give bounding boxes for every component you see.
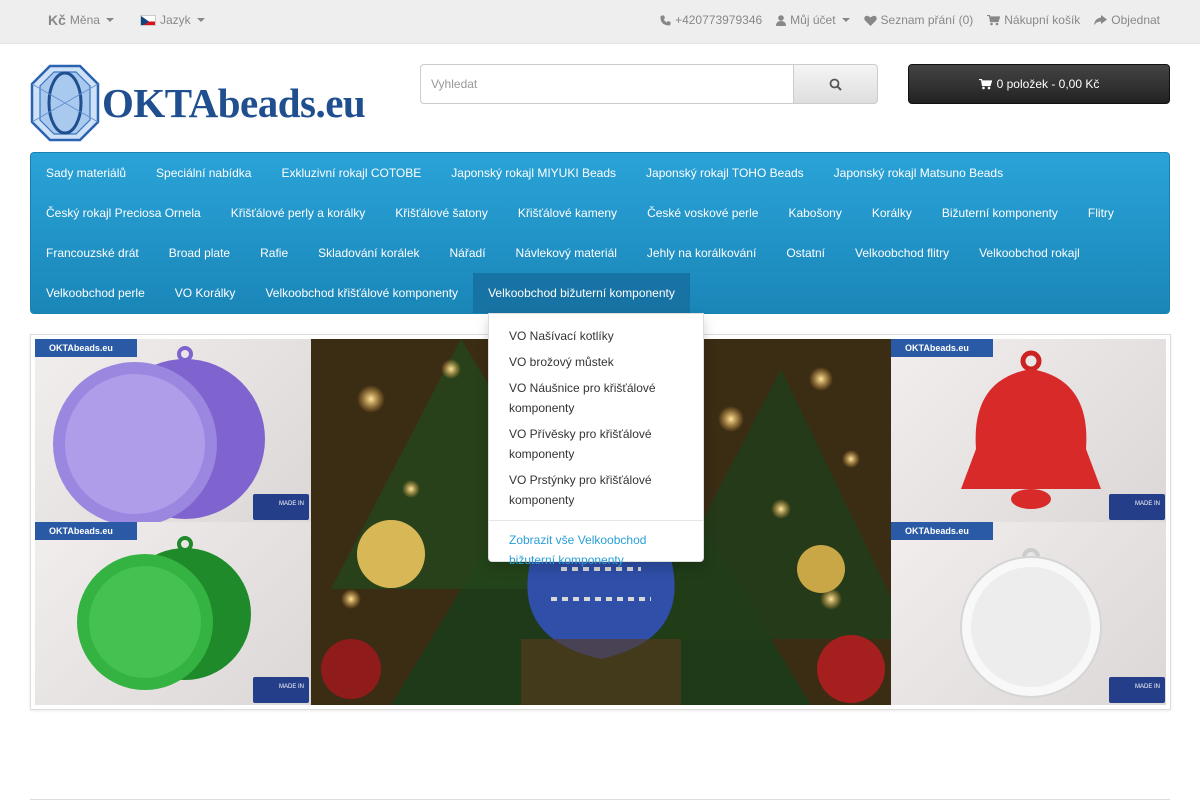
- menu-item[interactable]: Nářadí: [435, 233, 501, 273]
- share-icon: [1094, 14, 1108, 25]
- menu-row: Sady materiálů Speciální nabídka Exkluzi…: [31, 153, 1018, 193]
- menu-item[interactable]: Francouzské drát: [31, 233, 154, 273]
- menu-item[interactable]: Křišťálové šatony: [380, 193, 503, 233]
- language-label: Jazyk: [159, 13, 191, 27]
- currency-selector[interactable]: Kč Měna: [48, 12, 114, 28]
- cart-button[interactable]: 0 položek - 0,00 Kč: [908, 64, 1170, 104]
- cart-link[interactable]: Nákupní košík: [987, 13, 1080, 27]
- dropdown-item[interactable]: VO Prstýnky pro křišťálové komponenty: [489, 467, 703, 513]
- menu-item[interactable]: České voskové perle: [632, 193, 773, 233]
- heart-icon: [863, 15, 877, 26]
- menu-item[interactable]: Japonský rokajl MIYUKI Beads: [436, 153, 631, 193]
- menu-item[interactable]: Kabošony: [773, 193, 856, 233]
- account-menu[interactable]: Můj účet: [776, 13, 850, 27]
- menu-item[interactable]: Exkluzivní rokajl COTOBE: [266, 153, 436, 193]
- menu-item-active[interactable]: Velkoobchod bižuterní komponenty: [473, 273, 690, 313]
- menu-item[interactable]: Skladování korálek: [303, 233, 434, 273]
- currency-label: Měna: [69, 13, 100, 27]
- menu-row: Francouzské drát Broad plate Rafie Sklad…: [31, 233, 1095, 273]
- menu-item[interactable]: Japonský rokajl Matsuno Beads: [819, 153, 1018, 193]
- dropdown-item[interactable]: VO Přívěsky pro křišťálové komponenty: [489, 421, 703, 467]
- menu-item[interactable]: Flitry: [1073, 193, 1129, 233]
- menu-row: Český rokajl Preciosa Ornela Křišťálové …: [31, 193, 1129, 233]
- search-bar: [420, 64, 878, 104]
- czech-flag-icon: [139, 14, 156, 26]
- product-tile-green: OKTAbeads.eu MADE IN: [35, 522, 311, 705]
- show-all-link[interactable]: Zobrazit vše Velkoobchod bižuterní kompo…: [489, 527, 703, 573]
- submenu-dropdown: VO Našívací kotlíky VO brožový můstek VO…: [488, 313, 704, 567]
- caret-down-icon: [105, 18, 114, 22]
- menu-item[interactable]: Velkoobchod flitry: [840, 233, 964, 273]
- made-in-badge: MADE IN: [1109, 494, 1165, 520]
- dropdown-item[interactable]: VO Náušnice pro křišťálové komponenty: [489, 375, 703, 421]
- menu-row: Velkoobchod perle VO Korálky Velkoobchod…: [31, 273, 690, 313]
- octagon-gem-icon: [30, 64, 100, 142]
- product-tile-red: OKTAbeads.eu MADE IN: [891, 339, 1166, 522]
- menu-item[interactable]: Velkoobchod rokajl: [964, 233, 1095, 273]
- menu-item[interactable]: Velkoobchod křišťálové komponenty: [250, 273, 473, 313]
- phone-link[interactable]: +420773979346: [660, 13, 762, 27]
- menu-item[interactable]: Broad plate: [154, 233, 245, 273]
- search-button[interactable]: [794, 64, 878, 104]
- phone-icon: [660, 14, 671, 26]
- product-tile-purple: OKTAbeads.eu MADE IN: [35, 339, 311, 522]
- top-bar: Kč Měna Jazyk +420773979346 Můj účet Sez…: [0, 0, 1200, 44]
- account-label: Můj účet: [790, 13, 836, 27]
- menu-item[interactable]: Velkoobchod perle: [31, 273, 160, 313]
- cart-summary: 0 položek - 0,00 Kč: [996, 77, 1100, 91]
- menu-item[interactable]: Křišťálové kameny: [503, 193, 632, 233]
- tile-logo: OKTAbeads.eu: [891, 339, 993, 357]
- dropdown-item[interactable]: VO brožový můstek: [489, 349, 703, 375]
- made-in-badge: MADE IN: [1109, 677, 1165, 703]
- main-menu: Sady materiálů Speciální nabídka Exkluzi…: [30, 152, 1170, 314]
- menu-item[interactable]: Návlekový materiál: [501, 233, 632, 273]
- menu-item[interactable]: Speciální nabídka: [141, 153, 266, 193]
- menu-item[interactable]: VO Korálky: [160, 273, 251, 313]
- dropdown-divider: [489, 520, 703, 521]
- tile-logo: OKTAbeads.eu: [891, 522, 993, 540]
- search-icon: [829, 78, 842, 91]
- shopping-cart-icon: [978, 78, 992, 89]
- checkout-link[interactable]: Objednat: [1094, 13, 1160, 27]
- checkout-label: Objednat: [1111, 13, 1160, 27]
- logo-text: OKTAbeads.eu: [102, 80, 366, 126]
- menu-item[interactable]: Japonský rokajl TOHO Beads: [631, 153, 819, 193]
- product-tile-white: OKTAbeads.eu MADE IN: [891, 522, 1166, 705]
- language-selector[interactable]: Jazyk: [139, 13, 205, 27]
- made-in-badge: MADE IN: [253, 494, 309, 520]
- currency-symbol: Kč: [48, 12, 66, 28]
- menu-item[interactable]: Český rokajl Preciosa Ornela: [31, 193, 216, 233]
- caret-down-icon: [841, 18, 850, 22]
- phone-number: +420773979346: [675, 13, 763, 27]
- user-icon: [776, 14, 787, 26]
- menu-item[interactable]: Křišťálové perly a korálky: [216, 193, 381, 233]
- made-in-badge: MADE IN: [253, 677, 309, 703]
- menu-item[interactable]: Rafie: [245, 233, 303, 273]
- menu-item[interactable]: Ostatní: [771, 233, 840, 273]
- cart-label: Nákupní košík: [1004, 13, 1081, 27]
- dropdown-item[interactable]: VO Našívací kotlíky: [489, 323, 703, 349]
- caret-down-icon: [196, 18, 205, 22]
- site-logo[interactable]: OKTAbeads.eu: [30, 64, 390, 142]
- menu-item[interactable]: Bižuterní komponenty: [927, 193, 1073, 233]
- menu-item[interactable]: Jehly na korálkování: [632, 233, 771, 273]
- menu-item[interactable]: Korálky: [857, 193, 927, 233]
- shopping-cart-icon: [987, 14, 1001, 25]
- tile-logo: OKTAbeads.eu: [35, 339, 137, 357]
- menu-item[interactable]: Sady materiálů: [31, 153, 141, 193]
- wishlist-link[interactable]: Seznam přání (0): [863, 13, 974, 27]
- tile-logo: OKTAbeads.eu: [35, 522, 137, 540]
- search-input[interactable]: [420, 64, 794, 104]
- wishlist-label: Seznam přání (0): [880, 13, 974, 27]
